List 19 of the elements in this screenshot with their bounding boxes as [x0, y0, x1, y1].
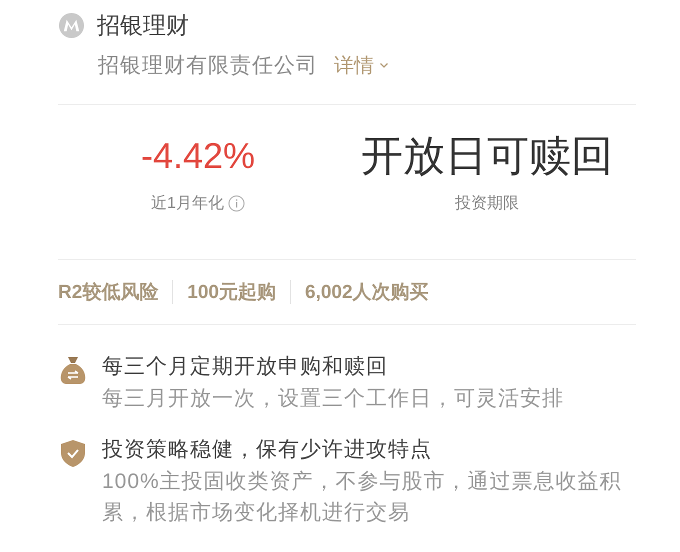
feature-description: 每三月开放一次，设置三个工作日，可灵活安排: [102, 386, 565, 412]
info-icon[interactable]: [228, 195, 245, 212]
shield-check-icon: [58, 438, 88, 468]
logo-icon: [58, 12, 85, 38]
feature-description: 100%主投固收类资产，不参与股市，通过票息收益积累，根据市场变化择机进行交易: [102, 469, 622, 526]
chevron-down-icon: [379, 62, 389, 68]
product-tag: 100元起购: [187, 279, 276, 305]
money-bag-icon: [58, 355, 88, 385]
product-tag: R2较低风险: [58, 279, 158, 305]
feature-title: 投资策略稳健，保有少许进攻特点: [102, 437, 433, 463]
stat-label: 投资期限: [455, 194, 519, 214]
product-tag: 6,002人次购买: [305, 279, 429, 305]
term-value: 开放日可赎回: [361, 131, 613, 181]
details-link[interactable]: 详情: [334, 52, 389, 78]
brand-title: 招银理财: [97, 10, 189, 40]
rate-value: -4.42%: [140, 134, 256, 178]
stat-label: 近1月年化: [151, 194, 224, 214]
feature-title: 每三个月定期开放申购和赎回: [102, 354, 389, 380]
company-name: 招银理财有限责任公司: [98, 53, 318, 79]
